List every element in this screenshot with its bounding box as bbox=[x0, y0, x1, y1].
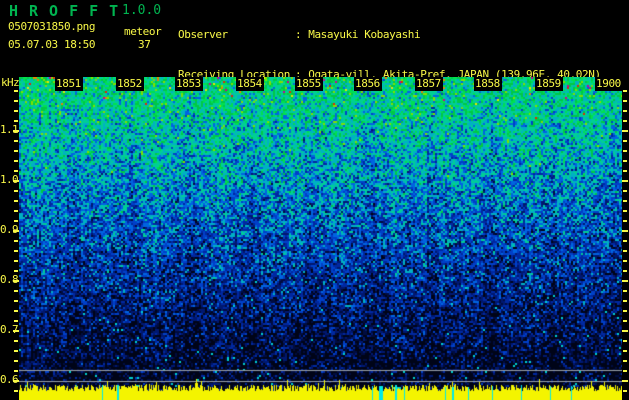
freq-axis-label: 0.8 bbox=[0, 273, 19, 286]
time-axis-label: 1851 bbox=[55, 77, 83, 91]
axis-tick bbox=[623, 290, 627, 292]
axis-tick bbox=[13, 280, 19, 282]
time-axis-label: 1900 bbox=[595, 77, 623, 91]
axis-tick bbox=[14, 260, 18, 262]
axis-tick bbox=[623, 150, 627, 152]
axis-tick bbox=[623, 100, 627, 102]
axis-tick bbox=[14, 190, 18, 192]
info-label: Observer bbox=[178, 28, 228, 41]
axis-tick bbox=[623, 90, 627, 92]
info-row-observer: Observer: Masayuki Kobayashi bbox=[178, 28, 601, 42]
axis-tick bbox=[623, 120, 627, 122]
freq-axis-label: 0.9 bbox=[0, 223, 19, 236]
axis-tick bbox=[623, 350, 627, 352]
axis-tick bbox=[623, 300, 627, 302]
axis-tick bbox=[14, 120, 18, 122]
axis-tick bbox=[623, 160, 627, 162]
axis-tick bbox=[623, 170, 627, 172]
axis-tick bbox=[14, 390, 18, 392]
axis-tick bbox=[623, 140, 627, 142]
axis-tick bbox=[14, 170, 18, 172]
axis-tick bbox=[13, 230, 19, 232]
axis-tick bbox=[622, 280, 628, 282]
axis-tick bbox=[14, 250, 18, 252]
axis-tick bbox=[623, 220, 627, 222]
axis-tick bbox=[623, 240, 627, 242]
app-title: HROFFT bbox=[9, 2, 130, 20]
axis-tick bbox=[14, 370, 18, 372]
axis-tick bbox=[623, 390, 627, 392]
axis-tick bbox=[623, 200, 627, 202]
freq-axis-label: 0.7 bbox=[0, 323, 19, 336]
axis-tick bbox=[13, 380, 19, 382]
info-value: Masayuki Kobayashi bbox=[308, 28, 421, 41]
axis-tick bbox=[13, 330, 19, 332]
app-version: 1.0.0 bbox=[122, 3, 162, 18]
axis-tick bbox=[14, 240, 18, 242]
axis-tick bbox=[623, 270, 627, 272]
axis-tick bbox=[623, 370, 627, 372]
spectrogram-canvas bbox=[19, 77, 622, 400]
axis-tick bbox=[623, 110, 627, 112]
freq-axis-unit: kHz bbox=[1, 76, 20, 89]
axis-tick bbox=[623, 250, 627, 252]
axis-tick bbox=[14, 310, 18, 312]
observation-datetime: 05.07.03 18:50 bbox=[8, 38, 96, 51]
axis-tick bbox=[622, 130, 628, 132]
echo-count: 37 bbox=[138, 38, 151, 51]
freq-axis-label: 1.0 bbox=[0, 173, 19, 186]
axis-tick bbox=[14, 210, 18, 212]
axis-tick bbox=[14, 290, 18, 292]
axis-tick bbox=[623, 340, 627, 342]
axis-tick bbox=[622, 180, 628, 182]
freq-axis-label: 1.1 bbox=[0, 123, 19, 136]
time-axis-label: 1854 bbox=[236, 77, 264, 91]
axis-tick bbox=[623, 320, 627, 322]
axis-tick bbox=[623, 310, 627, 312]
observation-mode: meteor bbox=[124, 25, 162, 38]
time-axis-label: 1859 bbox=[535, 77, 563, 91]
axis-tick bbox=[14, 300, 18, 302]
time-axis-label: 1855 bbox=[295, 77, 323, 91]
axis-tick bbox=[14, 220, 18, 222]
axis-tick bbox=[14, 110, 18, 112]
axis-tick bbox=[14, 160, 18, 162]
hrofft-screen: HROFFT 1.0.0 0507031850.png meteor 05.07… bbox=[0, 0, 629, 400]
axis-tick bbox=[14, 100, 18, 102]
axis-tick bbox=[623, 360, 627, 362]
axis-tick bbox=[623, 210, 627, 212]
axis-tick bbox=[622, 330, 628, 332]
axis-tick bbox=[14, 150, 18, 152]
axis-tick bbox=[622, 380, 628, 382]
freq-axis-label: 0.6 bbox=[0, 373, 19, 386]
axis-tick bbox=[14, 360, 18, 362]
time-axis-label: 1853 bbox=[175, 77, 203, 91]
axis-tick bbox=[623, 260, 627, 262]
info-separator: : bbox=[295, 28, 302, 41]
axis-tick bbox=[14, 140, 18, 142]
axis-tick bbox=[14, 270, 18, 272]
axis-tick bbox=[622, 230, 628, 232]
axis-tick bbox=[14, 90, 18, 92]
axis-tick bbox=[14, 320, 18, 322]
axis-tick bbox=[14, 350, 18, 352]
axis-tick bbox=[14, 200, 18, 202]
axis-tick bbox=[14, 340, 18, 342]
output-filename: 0507031850.png bbox=[8, 20, 96, 33]
time-axis-label: 1856 bbox=[354, 77, 382, 91]
time-axis-label: 1858 bbox=[474, 77, 502, 91]
axis-tick bbox=[13, 180, 19, 182]
time-axis-label: 1852 bbox=[116, 77, 144, 91]
axis-tick bbox=[623, 190, 627, 192]
time-axis-label: 1857 bbox=[415, 77, 443, 91]
axis-tick bbox=[13, 130, 19, 132]
